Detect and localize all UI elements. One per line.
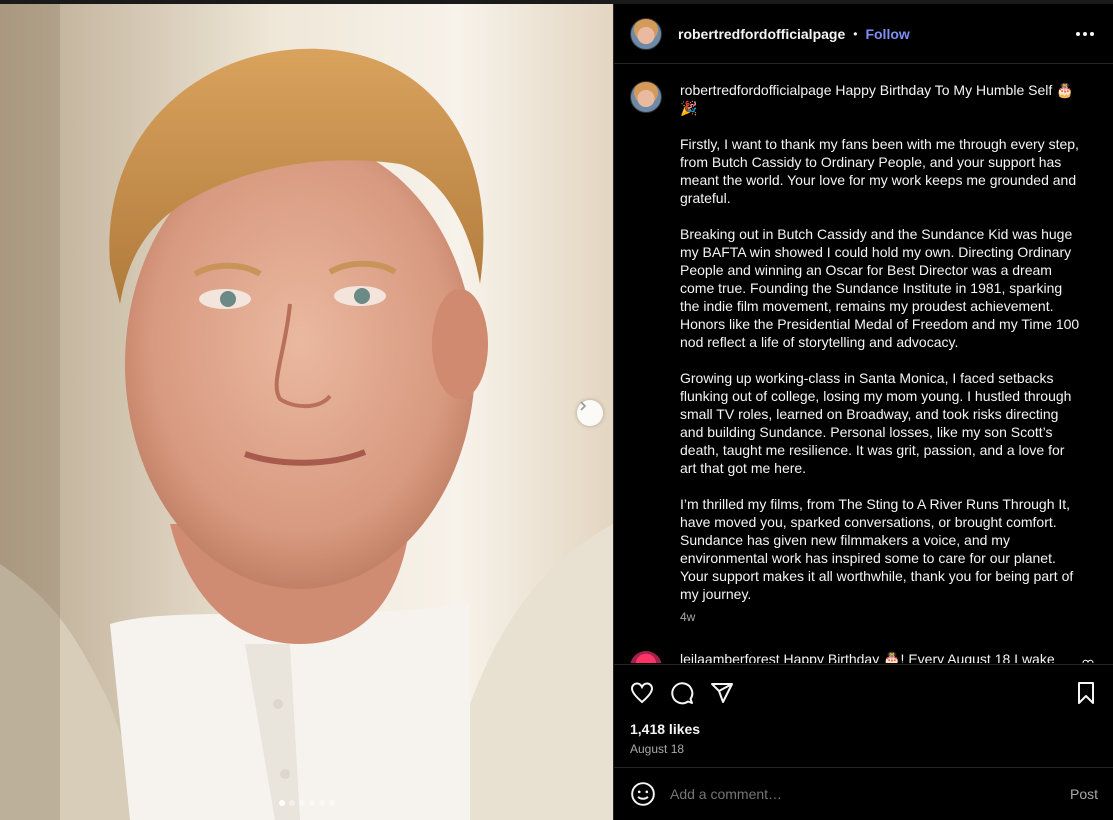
caption-paragraph: I’m thrilled my films, from The Sting to…	[680, 496, 1074, 602]
avatar[interactable]	[630, 651, 662, 663]
post-media[interactable]	[0, 4, 613, 820]
avatar[interactable]	[630, 81, 662, 113]
carousel-dot	[329, 800, 335, 806]
share-send-icon[interactable]	[710, 681, 734, 705]
carousel-dot	[289, 800, 295, 806]
separator: •	[853, 26, 858, 41]
carousel-dot	[319, 800, 325, 806]
more-dot	[1083, 32, 1087, 36]
caption-paragraph: Growing up working-class in Santa Monica…	[680, 370, 1072, 476]
bookmark-icon[interactable]	[1074, 681, 1098, 705]
emoji-smiley-icon[interactable]	[630, 781, 656, 807]
likes-count[interactable]: 1,418 likes	[630, 721, 700, 737]
more-options-button[interactable]	[1076, 26, 1096, 42]
post-date[interactable]: August 18	[630, 742, 684, 756]
carousel-indicator	[279, 800, 335, 806]
caption-paragraph: Firstly, I want to thank my fans been wi…	[680, 136, 1079, 206]
comment-body: Happy Birthday 🎂! Every August 18 I wake	[783, 651, 1055, 663]
add-comment-bar: Post	[614, 767, 1113, 820]
portrait-photo	[0, 4, 613, 820]
chevron-right-icon	[580, 401, 587, 411]
caption: robertredfordofficialpage Happy Birthday…	[630, 81, 1100, 626]
caption-age[interactable]: 4w	[680, 608, 1080, 626]
carousel-dot	[279, 800, 285, 806]
more-dot	[1090, 32, 1094, 36]
comments-list[interactable]: robertredfordofficialpage Happy Birthday…	[614, 65, 1113, 663]
action-icons	[630, 681, 734, 705]
post-comment-button[interactable]: Post	[1070, 786, 1098, 802]
username-link[interactable]: robertredfordofficialpage	[678, 26, 845, 42]
more-horizontal-icon	[1076, 32, 1080, 36]
post-actions: 1,418 likes August 18	[614, 664, 1113, 767]
caption-username[interactable]: robertredfordofficialpage	[680, 82, 832, 98]
comment-username[interactable]: leilaamberforest	[680, 651, 780, 663]
heart-icon[interactable]	[1082, 659, 1094, 663]
avatar[interactable]	[630, 17, 662, 50]
caption-headline: robertredfordofficialpage Happy Birthday…	[680, 81, 1080, 117]
carousel-next-button[interactable]	[577, 400, 603, 426]
carousel-dot	[299, 800, 305, 806]
carousel-dot	[309, 800, 315, 806]
comment-bubble-icon[interactable]	[670, 681, 694, 705]
caption-body: robertredfordofficialpage Happy Birthday…	[680, 81, 1080, 626]
post-detail-panel: robertredfordofficialpage • Follow rober…	[613, 4, 1113, 820]
comment-input[interactable]	[670, 786, 1050, 802]
post-header: robertredfordofficialpage • Follow	[614, 4, 1113, 64]
comment-item: leilaamberforest Happy Birthday 🎂! Every…	[630, 651, 1100, 663]
like-heart-icon[interactable]	[630, 681, 654, 705]
comment-text: leilaamberforest Happy Birthday 🎂! Every…	[680, 651, 1055, 663]
follow-button[interactable]: Follow	[865, 26, 909, 42]
caption-paragraph: Breaking out in Butch Cassidy and the Su…	[680, 226, 1080, 350]
